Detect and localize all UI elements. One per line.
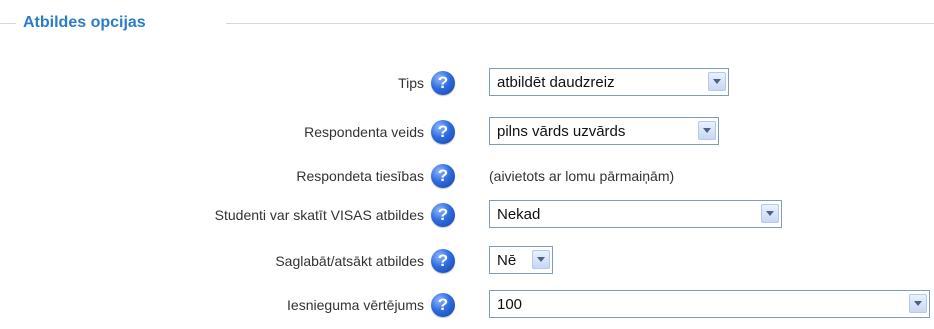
students-view-select[interactable]: Nekad [489, 200, 782, 228]
select-value: atbildēt daudzreiz [497, 74, 615, 91]
form-row-submission-grade: Iesnieguma vērtējums ? 100 [0, 290, 934, 320]
form-row-tips: Tips ? atbildēt daudzreiz [0, 68, 934, 98]
save-resume-select[interactable]: Nē [489, 246, 553, 274]
form-row-save-resume: Saglabāt/atsākt atbildes ? Nē [0, 246, 934, 276]
chevron-down-icon[interactable] [909, 294, 927, 313]
submission-grade-select[interactable]: 100 [489, 290, 930, 318]
chevron-down-icon[interactable] [761, 204, 779, 223]
section-title: Atbildes opcijas [23, 14, 146, 31]
field-label: Iesnieguma vērtējums [287, 297, 424, 313]
chevron-down-icon[interactable] [698, 121, 716, 140]
select-value: Nekad [497, 206, 541, 223]
chevron-down-icon[interactable] [532, 250, 550, 269]
help-question-icon[interactable]: ? [431, 71, 455, 95]
respondent-type-select[interactable]: pilns vārds uzvārds [489, 117, 719, 145]
form-row-respondent-rights: Respondeta tiesības ? (aivietots ar lomu… [0, 161, 934, 191]
select-value: 100 [497, 296, 523, 313]
chevron-down-icon[interactable] [708, 72, 726, 91]
help-question-icon[interactable]: ? [431, 164, 455, 188]
form-row-students-view-all: Studenti var skatīt VISAS atbildes ? Nek… [0, 200, 934, 230]
field-label: Respondenta veids [304, 124, 424, 140]
field-label: Respondeta tiesības [296, 168, 424, 184]
tips-select[interactable]: atbildēt daudzreiz [489, 68, 729, 96]
fieldset-legend-line-right [226, 23, 934, 24]
field-label: Saglabāt/atsākt atbildes [275, 253, 424, 269]
select-value: Nē [497, 252, 517, 269]
field-label: Studenti var skatīt VISAS atbildes [214, 207, 424, 223]
help-question-icon[interactable]: ? [431, 203, 455, 227]
field-label: Tips [398, 75, 424, 91]
form-row-respondent-type: Respondenta veids ? pilns vārds uzvārds [0, 117, 934, 147]
respondent-rights-text: (aivietots ar lomu pārmaiņām) [489, 168, 675, 184]
help-question-icon[interactable]: ? [431, 293, 455, 317]
select-value: pilns vārds uzvārds [497, 123, 626, 140]
fieldset-legend-line-left [0, 23, 16, 24]
help-question-icon[interactable]: ? [431, 120, 455, 144]
help-question-icon[interactable]: ? [431, 249, 455, 273]
